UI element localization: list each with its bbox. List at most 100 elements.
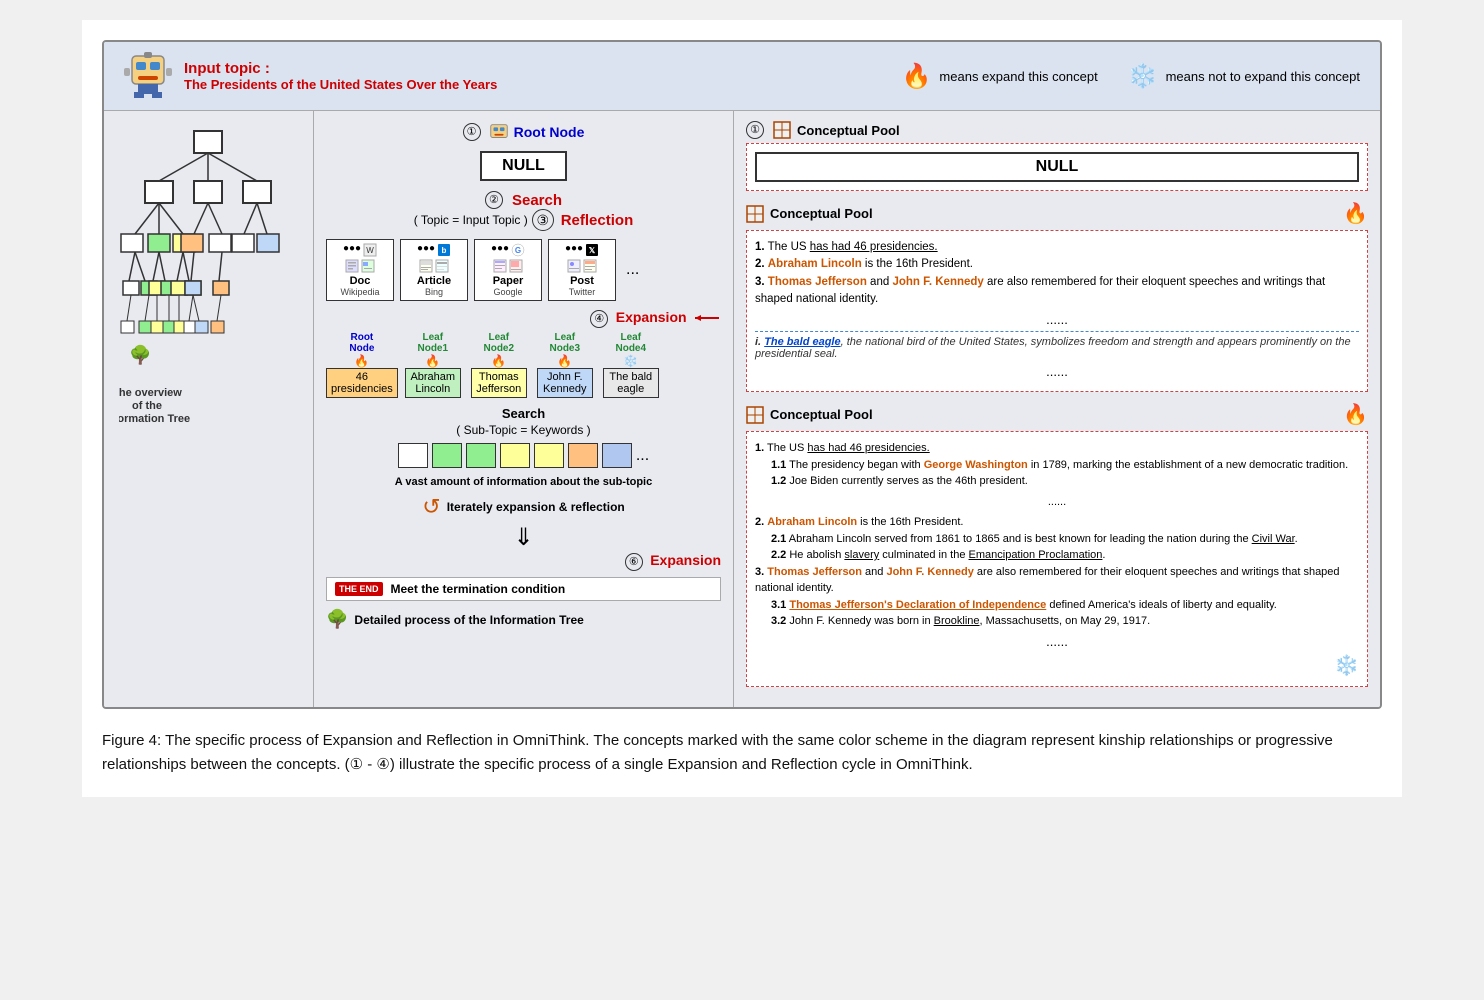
search2-box-2 bbox=[432, 443, 462, 468]
circle-num-3: ③ bbox=[532, 209, 554, 231]
flame-icon: 🔥 bbox=[902, 62, 932, 91]
node-col-leaf3: LeafNode3 🔥 John F.Kennedy bbox=[534, 332, 596, 398]
leaf2-flame: 🔥 bbox=[491, 354, 506, 368]
cp3-snowflake: ❄️ bbox=[755, 653, 1359, 678]
cp2-ellipsis-2: ...... bbox=[755, 364, 1359, 379]
legend-no-expand: ❄️ means not to expand this concept bbox=[1128, 62, 1360, 91]
leaf-node1-type: LeafNode1 bbox=[417, 332, 448, 354]
cp1-icon bbox=[773, 121, 791, 139]
left-panel: 🌳 The overview of the Information Tree bbox=[104, 111, 314, 707]
search2-box-7 bbox=[602, 443, 632, 468]
cp2-lincoln: Abraham Lincoln bbox=[768, 258, 862, 270]
cp1-null: NULL bbox=[755, 152, 1359, 182]
svg-text:W: W bbox=[366, 246, 374, 255]
legend-no-expand-text: means not to expand this concept bbox=[1166, 69, 1360, 84]
search-box-icons-post: ●●● 𝕏 bbox=[565, 243, 599, 257]
ellipsis-2: ... bbox=[636, 447, 649, 465]
input-topic-label: Input topic : bbox=[184, 60, 497, 77]
caption-text: Figure 4: The specific process of Expans… bbox=[102, 732, 1333, 773]
iterative-label: Iterately expansion & reflection bbox=[447, 500, 625, 514]
article-img2 bbox=[435, 259, 449, 273]
reflection-label-1: Reflection bbox=[561, 212, 634, 229]
cp3-lincoln: Abraham Lincoln bbox=[767, 516, 857, 528]
cp3-underline-1: has had 46 presidencies. bbox=[807, 442, 929, 454]
search-box-doc: ●●● W bbox=[326, 239, 394, 301]
root-node-type: RootNode bbox=[349, 332, 374, 354]
mid-panel-header: ① Root Node bbox=[326, 121, 721, 143]
node-box-leaf3: John F.Kennedy bbox=[537, 368, 593, 398]
end-badge: THE END bbox=[335, 582, 383, 596]
search-box-paper: ●●● G bbox=[474, 239, 542, 301]
search2-box-1 bbox=[398, 443, 428, 468]
doc-img2 bbox=[361, 259, 375, 273]
cp1-circle-num: ① bbox=[746, 121, 764, 139]
cp3-jefferson: Thomas Jefferson bbox=[767, 566, 862, 578]
main-figure: Input topic : The Presidents of the Unit… bbox=[102, 40, 1382, 709]
tree-icon-detailed: 🌳 bbox=[326, 609, 348, 630]
detailed-process: 🌳 Detailed process of the Information Tr… bbox=[326, 609, 721, 630]
post-img2 bbox=[583, 259, 597, 273]
cp1-pool: NULL bbox=[746, 143, 1368, 191]
search2-label: Search bbox=[502, 406, 545, 421]
wiki-icon: W bbox=[363, 243, 377, 257]
search-box-post: ●●● 𝕏 bbox=[548, 239, 616, 301]
leaf-node2-type: LeafNode2 bbox=[483, 332, 514, 354]
search-box-icons-paper: ●●● G bbox=[491, 243, 525, 257]
cp2-pool: 1. The US has had 46 presidencies. 2. Ab… bbox=[746, 230, 1368, 392]
svg-text:b: b bbox=[442, 246, 447, 255]
cp3-civil-war: Civil War bbox=[1252, 533, 1295, 545]
search2-box-4 bbox=[500, 443, 530, 468]
cp1-header-row: ① Conceptual Pool bbox=[746, 121, 1368, 139]
root-flame: 🔥 bbox=[354, 354, 369, 368]
header-bar: Input topic : The Presidents of the Unit… bbox=[104, 42, 1380, 111]
circle-num-6: ⑥ bbox=[625, 553, 643, 571]
leaf-node3-type: LeafNode3 bbox=[549, 332, 580, 354]
svg-text:The overview: The overview bbox=[119, 387, 182, 399]
bald-eagle-text: The bald eagle bbox=[764, 336, 840, 348]
search2-box-3 bbox=[466, 443, 496, 468]
cp3-slavery: slavery bbox=[844, 549, 879, 561]
node-col-leaf4: LeafNode4 ❄️ The baldeagle bbox=[600, 332, 662, 398]
post-img1 bbox=[567, 259, 581, 273]
cp2-underline-1: has had 46 presidencies. bbox=[810, 241, 938, 253]
search-box-label-paper: Paper bbox=[493, 275, 524, 287]
node-box-leaf1: AbrahamLincoln bbox=[405, 368, 461, 398]
termination-text: Meet the termination condition bbox=[391, 582, 566, 596]
content-area: 🌳 The overview of the Information Tree ① bbox=[104, 111, 1380, 707]
nodes-row: RootNode 🔥 46presidencies LeafNode1 🔥 Ab… bbox=[326, 332, 721, 398]
search-box-label-article: Article bbox=[417, 275, 451, 287]
cp2-jefferson: Thomas Jefferson bbox=[768, 276, 867, 288]
cp3-text: 1. The US has had 46 presidencies. 1.1 T… bbox=[755, 440, 1359, 630]
circle-num-2: ② bbox=[485, 191, 503, 209]
expansion-arrow bbox=[691, 311, 721, 325]
tree-overview-svg: 🌳 The overview of the Information Tree bbox=[119, 126, 299, 446]
header-left: Input topic : The Presidents of the Unit… bbox=[124, 52, 497, 100]
search-box-icons-doc: ●●● W bbox=[343, 243, 377, 257]
root-node-label: Root Node bbox=[514, 124, 585, 140]
detailed-label: Detailed process of the Information Tree bbox=[354, 613, 583, 627]
bing-icon: b bbox=[437, 243, 451, 257]
search-sub-1: ( Topic = Input Topic ) bbox=[414, 213, 528, 227]
vast-info-text: A vast amount of information about the s… bbox=[326, 476, 721, 488]
twitter-icon: 𝕏 bbox=[585, 243, 599, 257]
google-icon: G bbox=[511, 243, 525, 257]
cp3-flame: 🔥 bbox=[1343, 402, 1368, 427]
node-box-root: 46presidencies bbox=[326, 368, 398, 398]
cp2-icon bbox=[746, 205, 764, 223]
snowflake-icon: ❄️ bbox=[1128, 62, 1158, 91]
robot-icon bbox=[124, 52, 172, 100]
search-box-article: ●●● b bbox=[400, 239, 468, 301]
iterative-section: ↺ Iterately expansion & reflection bbox=[326, 494, 721, 520]
search-box-icons-article: ●●● b bbox=[417, 243, 451, 257]
header-right: 🔥 means expand this concept ❄️ means not… bbox=[902, 62, 1360, 91]
figure-caption: Figure 4: The specific process of Expans… bbox=[102, 729, 1382, 777]
termination-section: THE END Meet the termination condition bbox=[326, 577, 721, 601]
search-section-1: ② Search ( Topic = Input Topic ) ③ Refle… bbox=[326, 191, 721, 231]
cp3-header-row: Conceptual Pool 🔥 bbox=[746, 402, 1368, 427]
input-topic-value: The Presidents of the United States Over… bbox=[184, 77, 497, 92]
robot-icon-small bbox=[488, 121, 510, 143]
cp3-ellipsis-1: ...... bbox=[755, 494, 1359, 511]
arrow-down-1: ⇓ bbox=[326, 526, 721, 550]
cp2-ellipsis: ...... bbox=[755, 312, 1359, 327]
svg-text:🌳: 🌳 bbox=[129, 344, 151, 365]
